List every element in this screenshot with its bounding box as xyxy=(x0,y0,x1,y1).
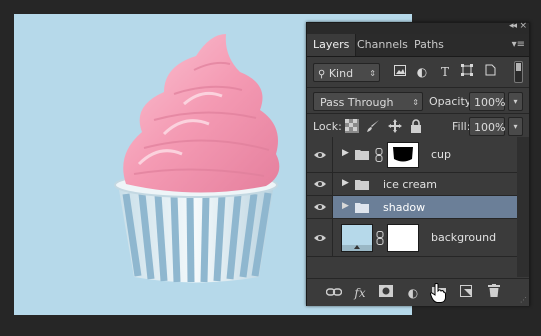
layers-bottom-toolbar: fx ◐ ⋰ xyxy=(307,278,529,306)
layer-row-cup[interactable]: ▶ cup xyxy=(307,137,517,173)
mask-link-chain-icon[interactable] xyxy=(375,148,383,162)
layers-panel: ◂◂ × Layers Channels Paths ▾≡ ⚲ Kind ⇕ ◐… xyxy=(306,21,530,306)
tab-channels[interactable]: Channels xyxy=(351,34,414,56)
lock-transparency-icon[interactable] xyxy=(345,118,361,134)
search-icon: ⚲ xyxy=(318,69,326,80)
layer-mask-thumbnail[interactable] xyxy=(387,142,419,168)
expand-triangle-icon[interactable]: ▶ xyxy=(342,178,349,188)
visibility-eye-icon[interactable] xyxy=(307,196,333,218)
opacity-input[interactable]: 100% xyxy=(469,92,505,111)
panel-tabs: Layers Channels Paths ▾≡ xyxy=(307,34,529,57)
visibility-eye-icon[interactable] xyxy=(307,137,333,172)
panel-title-bar: ◂◂ × xyxy=(307,21,529,34)
blend-mode-select[interactable]: Pass Through ⇕ xyxy=(313,92,423,111)
filter-toggle-switch[interactable] xyxy=(514,61,523,83)
shape-filter-icon[interactable] xyxy=(460,63,474,82)
fx-icon[interactable]: fx xyxy=(351,284,369,302)
visibility-eye-icon[interactable] xyxy=(307,173,333,195)
lock-label: Lock: xyxy=(313,120,342,133)
tab-layers[interactable]: Layers xyxy=(307,34,357,56)
lock-pixels-brush-icon[interactable] xyxy=(366,118,382,134)
blend-mode-value: Pass Through xyxy=(320,96,394,109)
layer-name: background xyxy=(431,231,497,244)
layer-row-shadow[interactable]: ▶ shadow xyxy=(307,196,517,219)
folder-icon xyxy=(355,180,369,190)
fill-input[interactable]: 100% xyxy=(469,117,505,136)
tab-paths[interactable]: Paths xyxy=(408,34,450,56)
layer-row-ice-cream[interactable]: ▶ ice cream xyxy=(307,173,517,196)
blend-row: Pass Through ⇕ Opacity: 100% ▾ xyxy=(307,88,529,113)
close-icon[interactable]: × xyxy=(519,21,527,31)
double-chevron-icon[interactable]: ◂◂ xyxy=(509,21,517,31)
updown-arrow-icon: ⇕ xyxy=(369,69,376,78)
mask-shape-icon xyxy=(393,147,413,162)
smart-object-filter-icon[interactable] xyxy=(483,63,497,82)
type-filter-icon[interactable]: T xyxy=(438,63,452,82)
layer-name: cup xyxy=(431,148,452,161)
layer-row-background[interactable]: background xyxy=(307,219,517,257)
lock-position-move-icon[interactable] xyxy=(388,118,404,134)
resize-grip-icon[interactable]: ⋰ xyxy=(520,296,527,304)
updown-arrow-icon: ⇕ xyxy=(412,98,419,107)
layer-name: shadow xyxy=(383,201,426,214)
expand-triangle-icon[interactable]: ▶ xyxy=(342,148,349,158)
kind-filter-select[interactable]: ⚲ Kind ⇕ xyxy=(313,63,380,82)
layer-name: ice cream xyxy=(383,178,437,191)
visibility-eye-icon[interactable] xyxy=(307,219,333,256)
opacity-dropdown-button[interactable]: ▾ xyxy=(508,92,523,111)
folder-icon xyxy=(355,203,369,213)
add-mask-icon[interactable] xyxy=(377,284,395,302)
link-layers-icon[interactable] xyxy=(325,284,343,302)
mask-link-chain-icon[interactable] xyxy=(376,231,384,245)
folder-icon xyxy=(355,150,369,160)
adjustment-layer-icon[interactable]: ◐ xyxy=(404,284,422,302)
fill-dropdown-button[interactable]: ▾ xyxy=(508,117,523,136)
layer-thumbnail[interactable] xyxy=(341,224,373,252)
opacity-label: Opacity: xyxy=(429,95,475,108)
kind-label: Kind xyxy=(328,67,354,80)
lock-all-icon[interactable] xyxy=(410,118,426,134)
filter-row: ⚲ Kind ⇕ ◐ T xyxy=(307,57,529,87)
new-layer-icon[interactable] xyxy=(457,284,475,302)
fill-label: Fill: xyxy=(452,120,471,133)
hand-cursor-icon xyxy=(430,283,446,303)
trash-icon[interactable] xyxy=(485,284,503,302)
layer-mask-thumbnail[interactable] xyxy=(387,224,419,252)
adjustment-marker-icon xyxy=(342,245,372,251)
adjustment-filter-icon[interactable]: ◐ xyxy=(415,63,429,82)
layers-list: ▶ cup ▶ ice cream ▶ shadow background xyxy=(307,137,517,277)
layers-scrollbar[interactable] xyxy=(517,137,529,277)
pixel-layer-filter-icon[interactable] xyxy=(393,63,407,82)
lock-row: Lock: Fill: 100% ▾ xyxy=(307,111,529,137)
expand-triangle-icon[interactable]: ▶ xyxy=(342,201,349,211)
panel-menu-icon[interactable]: ▾≡ xyxy=(512,34,525,56)
